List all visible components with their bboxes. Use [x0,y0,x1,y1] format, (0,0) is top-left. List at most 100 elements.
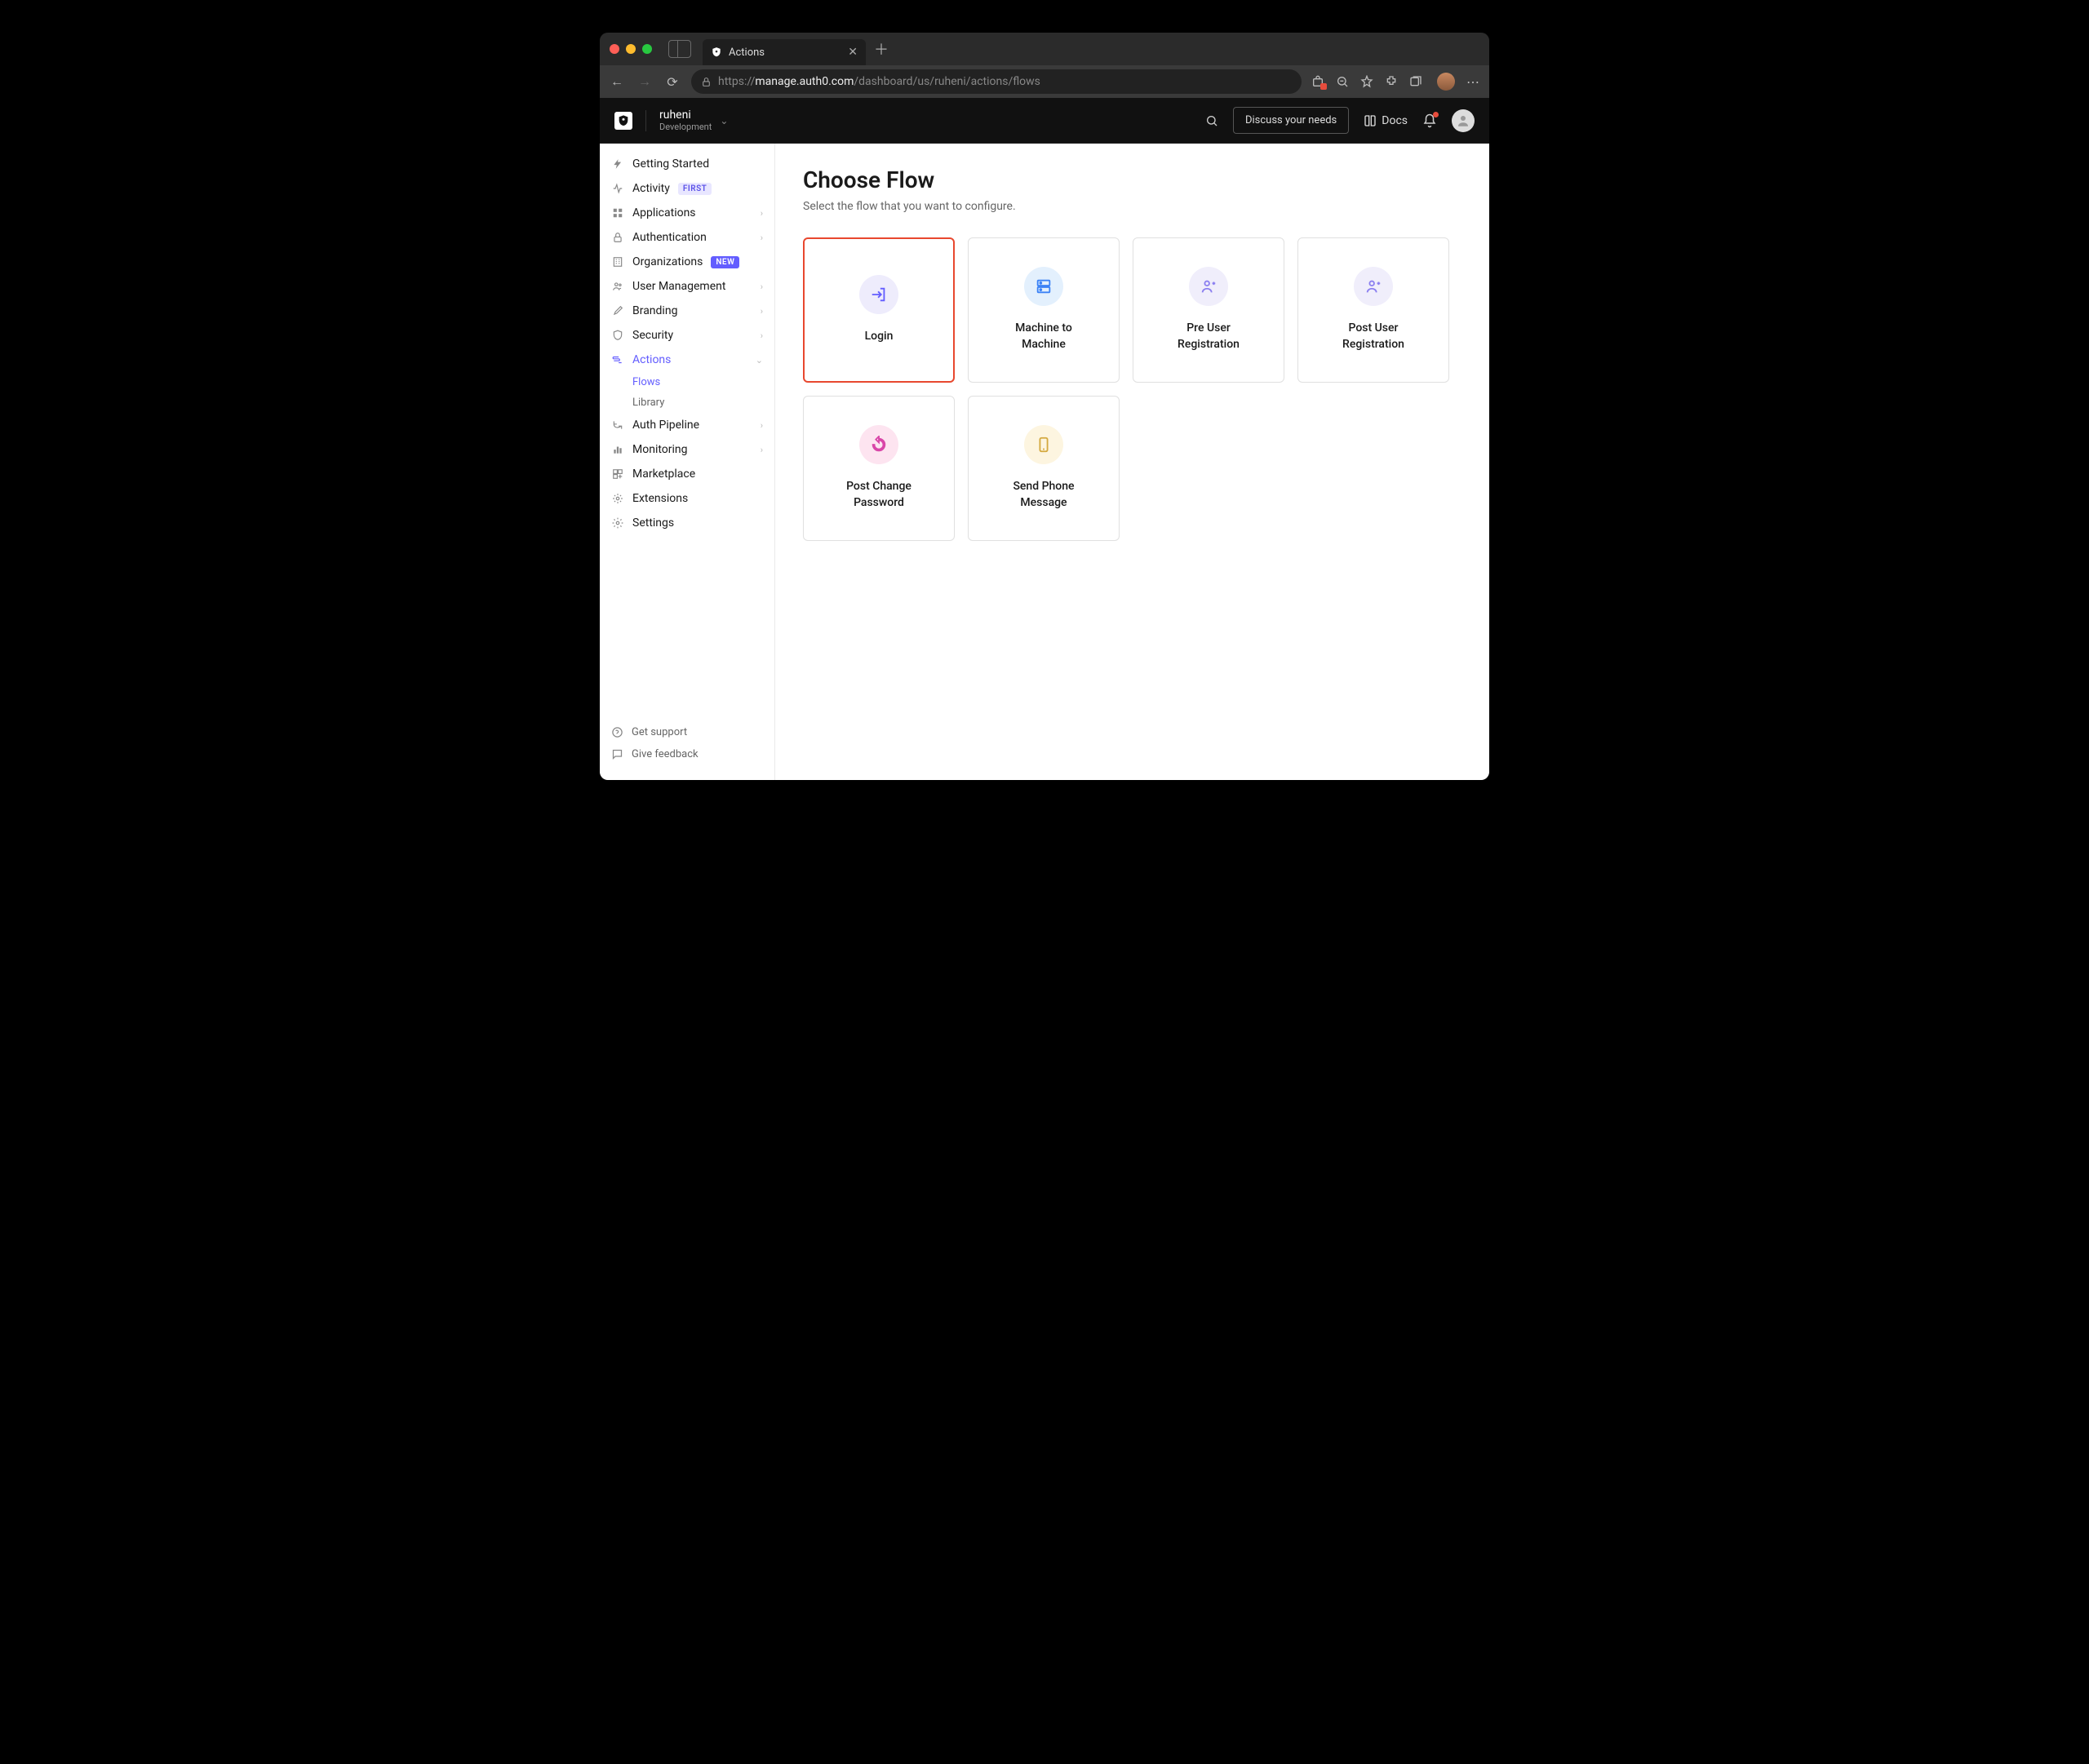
sidebar-item-security[interactable]: Security › [600,323,774,348]
server-icon [1024,267,1063,306]
sidebar-label: User Management [632,280,725,293]
applications-icon [611,206,624,219]
user-add-icon [1189,267,1228,306]
url-proto: https:// [718,75,755,88]
sidebar-item-auth-pipeline[interactable]: Auth Pipeline › [600,413,774,437]
docs-link[interactable]: Docs [1364,114,1408,127]
window-titlebar: Actions ✕ ＋ [600,33,1489,65]
sidebar-subitem-flows[interactable]: Flows [632,372,774,392]
chevron-right-icon: › [761,445,763,455]
phone-icon [1024,425,1063,464]
app-header: ruheni Development ⌄ Discuss your needs … [600,98,1489,144]
new-tab-button[interactable]: ＋ [874,38,889,60]
sidebar-label: Organizations [632,255,703,268]
discuss-needs-button[interactable]: Discuss your needs [1233,107,1349,134]
tenant-selector[interactable]: ruheni Development ⌄ [659,109,728,132]
sidebar-item-actions[interactable]: Actions ⌄ [600,348,774,372]
nav-forward: → [636,73,654,90]
get-support-link[interactable]: Get support [600,721,774,743]
page-subtitle: Select the flow that you want to configu… [803,200,1461,213]
sidebar-item-monitoring[interactable]: Monitoring › [600,437,774,462]
sidebar-item-organizations[interactable]: Organizations NEW [600,250,774,274]
users-icon [611,280,624,293]
puzzle-icon [611,492,624,505]
sidebar-item-branding[interactable]: Branding › [600,299,774,323]
sidebar-subitem-library[interactable]: Library [632,392,774,413]
login-icon [859,275,898,314]
flow-card-post-pw[interactable]: Post Change Password [803,396,955,541]
flow-card-login[interactable]: Login [803,237,955,383]
search-icon[interactable] [1205,114,1218,127]
chevron-down-icon: ⌄ [720,115,728,126]
user-avatar[interactable] [1452,109,1475,132]
browser-urlbar: ← → ⟳ https://manage.auth0.com/dashboard… [600,65,1489,98]
profile-avatar[interactable] [1437,73,1455,91]
window-minimize[interactable] [626,44,636,54]
building-icon [611,255,624,268]
activity-icon [611,182,624,195]
flow-card-post-reg[interactable]: Post User Registration [1297,237,1449,383]
url-host: manage.auth0.com [755,75,854,88]
new-badge: NEW [711,256,739,268]
auth0-logo[interactable] [614,112,632,130]
sidebar-toggle-icon[interactable] [668,40,691,58]
sidebar-item-authentication[interactable]: Authentication › [600,225,774,250]
sidebar: Getting Started Activity FIRST Applicati… [600,144,775,780]
sidebar-label: Security [632,329,673,342]
sidebar-item-settings[interactable]: Settings [600,511,774,535]
sidebar-item-getting-started[interactable]: Getting Started [600,152,774,176]
brush-icon [611,304,624,317]
favorite-icon[interactable] [1360,75,1373,88]
sidebar-label: Marketplace [632,468,695,481]
flow-icon [611,353,624,366]
shopping-icon[interactable] [1311,75,1324,88]
notifications-icon[interactable] [1422,113,1437,128]
give-feedback-link[interactable]: Give feedback [600,743,774,765]
grid-icon [611,468,624,481]
sidebar-item-activity[interactable]: Activity FIRST [600,176,774,201]
sidebar-item-applications[interactable]: Applications › [600,201,774,225]
flow-label: Machine to Machine [1007,321,1080,352]
nav-back[interactable]: ← [608,73,626,90]
sidebar-label: Actions [632,353,671,366]
sidebar-label: Authentication [632,231,707,244]
user-add-icon [1354,267,1393,306]
browser-tab[interactable]: Actions ✕ [703,39,866,65]
flow-card-pre-reg[interactable]: Pre User Registration [1133,237,1284,383]
chat-icon [611,748,623,760]
chevron-right-icon: › [761,208,763,219]
chart-icon [611,443,624,456]
lock-icon [701,77,712,87]
sidebar-item-extensions[interactable]: Extensions [600,486,774,511]
flow-label: Post User Registration [1334,321,1413,352]
lightning-icon [611,157,624,171]
sidebar-label: Branding [632,304,677,317]
support-label: Get support [632,726,687,738]
flow-card-m2m[interactable]: Machine to Machine [968,237,1120,383]
tenant-name: ruheni [659,109,712,122]
overflow-menu[interactable]: ⋯ [1466,74,1481,90]
flow-label: Send Phone Message [1005,479,1082,511]
url-field[interactable]: https://manage.auth0.com/dashboard/us/ru… [691,69,1302,94]
docs-label: Docs [1382,114,1408,127]
chevron-right-icon: › [761,281,763,292]
window-maximize[interactable] [642,44,652,54]
flow-card-phone[interactable]: Send Phone Message [968,396,1120,541]
window-close[interactable] [610,44,619,54]
collections-icon[interactable] [1409,75,1422,88]
sidebar-item-marketplace[interactable]: Marketplace [600,462,774,486]
sidebar-label: Auth Pipeline [632,419,699,432]
sidebar-label: Applications [632,206,696,219]
sidebar-label: Extensions [632,492,688,505]
chevron-right-icon: › [761,306,763,317]
zoom-icon[interactable] [1336,75,1349,88]
nav-reload[interactable]: ⟳ [663,74,681,90]
tab-title: Actions [729,47,765,59]
tenant-environment: Development [659,122,712,132]
sidebar-item-user-management[interactable]: User Management › [600,274,774,299]
tab-close-icon[interactable]: ✕ [848,46,858,59]
flow-label: Post Change Password [838,479,920,511]
extensions-icon[interactable] [1385,75,1398,88]
chevron-right-icon: › [761,330,763,341]
feedback-label: Give feedback [632,748,699,760]
